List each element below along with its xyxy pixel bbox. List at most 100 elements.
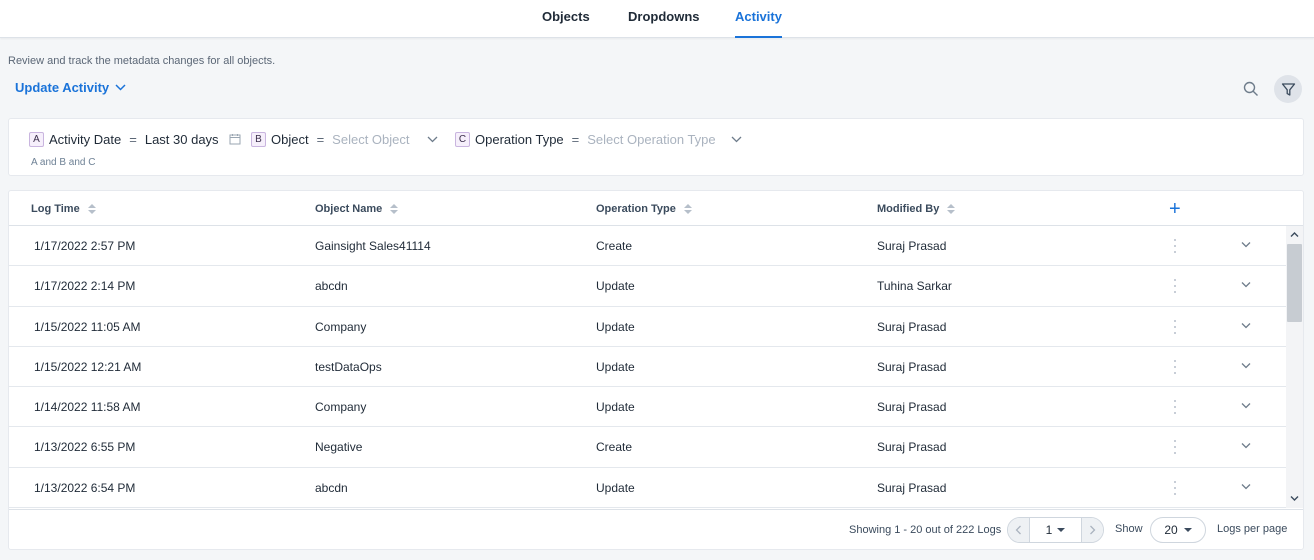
filter-logic[interactable]: A and B and C <box>31 157 96 168</box>
row-menu-icon[interactable] <box>1172 400 1178 415</box>
sort-icon[interactable] <box>947 204 956 214</box>
cell-log-time: 1/13/2022 6:55 PM <box>34 440 136 455</box>
filter-letter: B <box>251 131 266 147</box>
cell-modified-by: Suraj Prasad <box>877 319 947 334</box>
tab-dropdowns[interactable]: Dropdowns <box>628 0 700 38</box>
caret-down-icon <box>1057 528 1066 532</box>
column-header-operation-type[interactable]: Operation Type <box>596 203 692 215</box>
scroll-down-icon[interactable] <box>1290 494 1299 503</box>
cell-operation-type: Create <box>596 239 633 253</box>
row-menu-icon[interactable] <box>1172 279 1178 294</box>
table-header: Log Time Object Name Operation Type Modi… <box>9 191 1303 226</box>
object-select[interactable]: Select Object <box>332 132 427 147</box>
filter-operator: = <box>571 131 580 147</box>
chevron-left-icon <box>1015 525 1021 535</box>
top-tab-bar: Objects Dropdowns Activity <box>0 0 1314 38</box>
table-row[interactable]: 1/15/2022 11:05 AM Company Update Suraj … <box>9 307 1286 347</box>
filter-operator: = <box>316 131 325 147</box>
tab-objects[interactable]: Objects <box>542 0 590 38</box>
calendar-icon[interactable] <box>229 133 241 145</box>
view-selector-dropdown[interactable]: Update Activity <box>15 80 126 95</box>
expand-row-icon[interactable] <box>1241 362 1251 369</box>
column-header-modified-by[interactable]: Modified By <box>877 203 956 215</box>
activity-table: Log Time Object Name Operation Type Modi… <box>8 190 1304 550</box>
expand-row-icon[interactable] <box>1241 442 1251 449</box>
column-label: Log Time <box>31 203 80 215</box>
chevron-down-icon[interactable] <box>731 136 742 143</box>
filter-condition-object[interactable]: B Object = Select Object <box>251 130 438 148</box>
filter-condition-activity-date[interactable]: A Activity Date = Last 30 days <box>29 130 241 148</box>
cell-object-name: Gainsight Sales41114 <box>315 239 431 253</box>
cell-modified-by: Suraj Prasad <box>877 400 947 415</box>
sort-icon[interactable] <box>87 204 96 214</box>
filter-icon <box>1281 82 1295 96</box>
column-header-log-time[interactable]: Log Time <box>31 203 96 215</box>
column-label: Modified By <box>877 203 940 215</box>
cell-modified-by: Suraj Prasad <box>877 239 947 253</box>
cell-operation-type: Update <box>596 480 635 495</box>
operation-type-select[interactable]: Select Operation Type <box>587 132 731 147</box>
expand-row-icon[interactable] <box>1241 241 1251 248</box>
filter-field: Operation Type <box>475 131 564 147</box>
cell-log-time: 1/14/2022 11:58 AM <box>34 400 141 415</box>
sort-icon[interactable] <box>683 204 692 214</box>
chevron-down-icon <box>115 84 126 91</box>
tab-activity[interactable]: Activity <box>735 0 782 38</box>
column-header-object-name[interactable]: Object Name <box>315 203 399 215</box>
expand-row-icon[interactable] <box>1241 322 1251 329</box>
expand-row-icon[interactable] <box>1241 483 1251 490</box>
row-menu-icon[interactable] <box>1172 319 1178 334</box>
cell-modified-by: Suraj Prasad <box>877 359 947 374</box>
scrollbar-thumb[interactable] <box>1287 244 1302 322</box>
table-row[interactable]: 1/17/2022 2:57 PM Gainsight Sales41114 C… <box>9 226 1286 267</box>
filter-letter: C <box>455 131 470 147</box>
table-row[interactable]: 1/13/2022 6:55 PM Negative Create Suraj … <box>9 427 1286 468</box>
cell-modified-by: Suraj Prasad <box>877 480 947 495</box>
filter-button[interactable] <box>1274 75 1302 103</box>
cell-modified-by: Tuhina Sarkar <box>877 279 952 294</box>
chevron-down-icon[interactable] <box>427 136 438 143</box>
previous-page-button[interactable] <box>1008 518 1030 542</box>
table-row[interactable]: 1/17/2022 2:14 PM abcdn Update Tuhina Sa… <box>9 266 1286 307</box>
row-menu-icon[interactable] <box>1172 359 1178 374</box>
filter-condition-operation-type[interactable]: C Operation Type = Select Operation Type <box>455 130 742 148</box>
page-description: Review and track the metadata changes fo… <box>8 55 276 67</box>
row-menu-icon[interactable] <box>1172 239 1178 253</box>
page-select[interactable]: 1 <box>1030 523 1081 537</box>
cell-log-time: 1/15/2022 12:21 AM <box>34 359 142 374</box>
cell-operation-type: Update <box>596 359 635 374</box>
next-page-button[interactable] <box>1081 518 1103 542</box>
cell-object-name: abcdn <box>315 480 348 495</box>
expand-row-icon[interactable] <box>1241 281 1251 288</box>
column-label: Operation Type <box>596 203 676 215</box>
scroll-up-icon[interactable] <box>1290 230 1299 239</box>
cell-object-name: testDataOps <box>315 359 382 374</box>
cell-log-time: 1/15/2022 11:05 AM <box>34 319 141 334</box>
add-column-button[interactable]: + <box>1169 199 1181 219</box>
search-button[interactable] <box>1237 75 1265 103</box>
expand-row-icon[interactable] <box>1241 402 1251 409</box>
table-scrollbar[interactable] <box>1286 226 1303 508</box>
per-page-select[interactable]: 20 <box>1150 517 1206 543</box>
row-menu-icon[interactable] <box>1172 480 1178 495</box>
showing-count: Showing 1 - 20 out of 222 Logs <box>849 524 1002 536</box>
table-row[interactable]: 1/15/2022 12:21 AM testDataOps Update Su… <box>9 347 1286 388</box>
sort-icon[interactable] <box>390 204 399 214</box>
row-menu-icon[interactable] <box>1172 440 1178 455</box>
filter-panel: A Activity Date = Last 30 days B Object … <box>8 118 1304 176</box>
filter-value: Last 30 days <box>144 131 219 147</box>
per-page-label: Logs per page <box>1217 523 1288 535</box>
cell-operation-type: Create <box>596 440 633 455</box>
table-row[interactable]: 1/14/2022 11:58 AM Company Update Suraj … <box>9 387 1286 428</box>
caret-down-icon <box>1183 528 1192 532</box>
per-page-value: 20 <box>1164 523 1178 537</box>
view-selector-label: Update Activity <box>15 80 110 95</box>
column-label: Object Name <box>315 203 383 215</box>
table-row[interactable]: 1/13/2022 6:54 PM abcdn Update Suraj Pra… <box>9 468 1286 508</box>
cell-log-time: 1/17/2022 2:57 PM <box>34 239 136 253</box>
cell-log-time: 1/13/2022 6:54 PM <box>34 480 136 495</box>
cell-object-name: Negative <box>315 440 363 455</box>
filter-operator: = <box>129 131 137 147</box>
current-page: 1 <box>1045 523 1053 537</box>
pager: 1 <box>1007 517 1104 543</box>
